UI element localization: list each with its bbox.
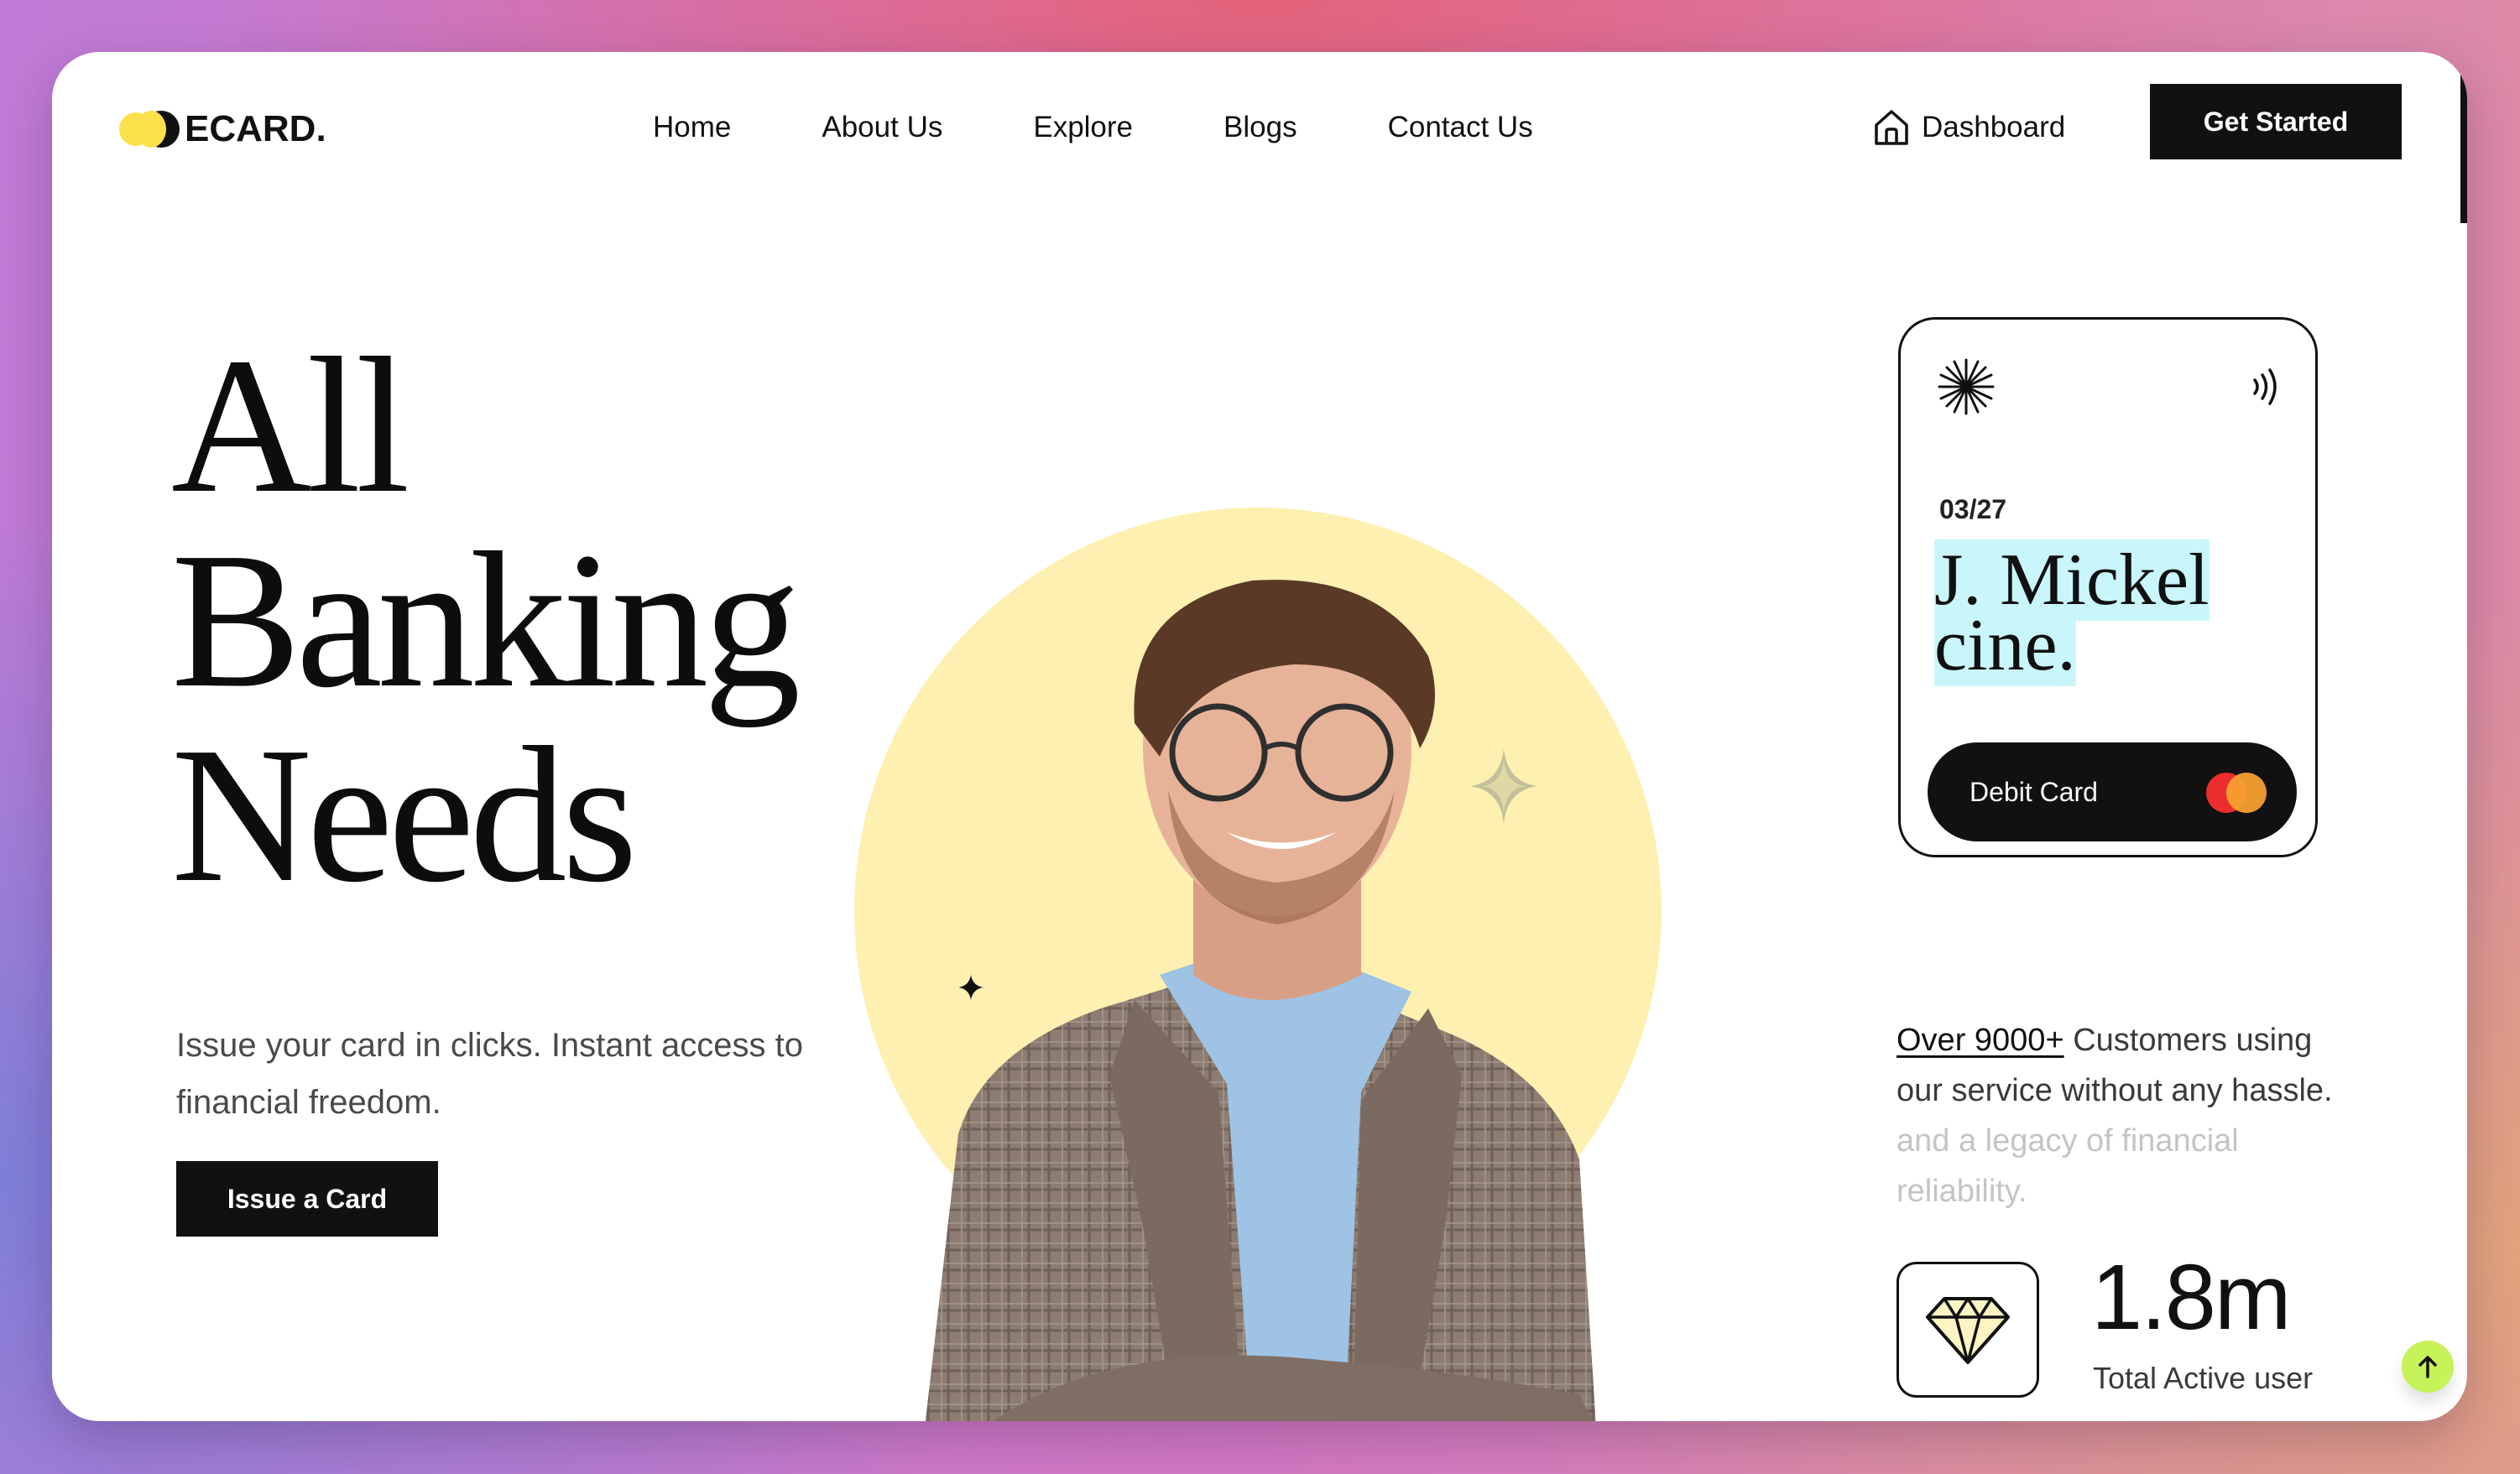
nav-blogs[interactable]: Blogs [1223, 111, 1297, 144]
card-type-pill[interactable]: Debit Card [1928, 742, 2297, 841]
get-started-button[interactable]: Get Started [2150, 84, 2402, 159]
nav-explore[interactable]: Explore [1033, 111, 1133, 144]
active-users-label: Total Active user [2093, 1361, 2314, 1395]
issue-card-button[interactable]: Issue a Card [176, 1161, 438, 1237]
nav-home[interactable]: Home [653, 111, 731, 144]
home-icon [1875, 110, 1908, 145]
nav-about-us[interactable]: About Us [822, 111, 942, 144]
hero-subtitle: Issue your card in clicks. Instant acces… [176, 1027, 803, 1121]
app-window: ECARD. Home About Us Explore Blogs Conta… [52, 52, 2467, 1421]
headline-line-1: All [171, 318, 410, 534]
card-holder-name: J. Mickel cine. [1934, 539, 2253, 686]
diamond-icon [1926, 1297, 2010, 1364]
customers-statement: Over 9000+ Customers using our service w… [1897, 1015, 2350, 1216]
headline-line-3: Needs [171, 707, 638, 923]
nav-contact-us[interactable]: Contact Us [1388, 111, 1533, 144]
scrollbar-thumb[interactable] [2460, 67, 2467, 223]
card-type-label: Debit Card [1970, 776, 2098, 807]
hero-headline: All Banking Needs [171, 318, 801, 923]
customers-muted-text: and a legacy of financial reliability. [1897, 1123, 2239, 1209]
customers-highlight[interactable]: Over 9000+ [1897, 1023, 2064, 1058]
main-nav: Home About Us Explore Blogs Contact Us [653, 102, 1533, 153]
card-expiry: 03/27 [1939, 494, 2007, 524]
brand-logo[interactable]: ECARD. [119, 104, 326, 154]
dashboard-label: Dashboard [1922, 111, 2066, 143]
hero-person-image [925, 580, 1596, 1421]
starburst-icon [1938, 358, 1995, 415]
nfc-icon [2253, 368, 2277, 405]
active-users-value: 1.8m [2091, 1246, 2292, 1349]
stat-icon-box [1897, 1262, 2039, 1398]
scroll-to-top-button[interactable] [2402, 1341, 2454, 1393]
mastercard-icon [2206, 773, 2270, 813]
card-holder-line-2: cine. [1934, 605, 2076, 686]
headline-line-2: Banking [171, 513, 801, 728]
arrow-up-icon [2418, 1356, 2437, 1378]
debit-card[interactable]: 03/27 J. Mickel cine. Debit Card [1898, 317, 2318, 857]
logo-icon [119, 109, 180, 149]
brand-name: ECARD. [185, 108, 326, 149]
dashboard-link[interactable]: Dashboard [1873, 102, 2065, 153]
